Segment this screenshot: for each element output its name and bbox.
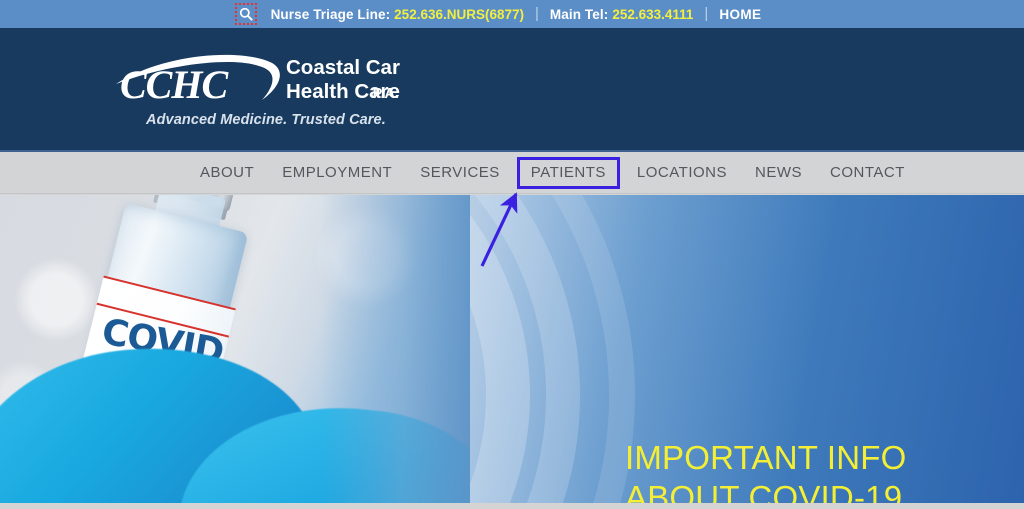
- separator-1: |: [535, 4, 539, 22]
- search-button[interactable]: [234, 3, 257, 25]
- site-header: CCHC Coastal Carolina Health Care, P.A. …: [0, 28, 1024, 150]
- main-navigation: ABOUT EMPLOYMENT SERVICES PATIENTS LOCAT…: [0, 150, 1024, 194]
- nurse-triage-phone[interactable]: 252.636.NURS(6877): [394, 7, 524, 22]
- nav-item-list: ABOUT EMPLOYMENT SERVICES PATIENTS LOCAT…: [186, 151, 919, 195]
- logo-tagline: Advanced Medicine. Trusted Care.: [146, 112, 386, 128]
- nav-item-contact[interactable]: CONTACT: [816, 151, 919, 195]
- page-bottom-strip: [0, 503, 1024, 509]
- top-utility-bar-content: Nurse Triage Line: 252.636.NURS(6877) | …: [234, 0, 762, 28]
- svg-text:CCHC: CCHC: [120, 62, 229, 107]
- search-icon: [239, 7, 253, 21]
- separator-2: |: [704, 4, 709, 22]
- photo-edge-fade: [320, 195, 470, 503]
- hero-banner: COVID 19 CORONAVIRUS VACCINE IMPORTANT I…: [0, 195, 1024, 503]
- home-link[interactable]: HOME: [719, 7, 761, 22]
- nav-item-employment[interactable]: EMPLOYMENT: [268, 151, 406, 195]
- svg-text:Coastal Carolina: Coastal Carolina: [286, 56, 400, 79]
- main-tel-phone[interactable]: 252.633.4111: [612, 7, 693, 22]
- nurse-triage-label: Nurse Triage Line:: [270, 6, 391, 22]
- nav-item-patients[interactable]: PATIENTS: [516, 156, 620, 189]
- nav-item-news[interactable]: NEWS: [741, 151, 816, 195]
- svg-text:P.A.: P.A.: [373, 86, 399, 102]
- top-utility-bar: Nurse Triage Line: 252.636.NURS(6877) | …: [0, 0, 1024, 28]
- nav-item-locations[interactable]: LOCATIONS: [623, 151, 741, 195]
- site-logo[interactable]: CCHC Coastal Carolina Health Care, P.A. …: [110, 48, 400, 136]
- nav-item-services[interactable]: SERVICES: [406, 151, 514, 195]
- browser-page: Nurse Triage Line: 252.636.NURS(6877) | …: [0, 0, 1024, 509]
- hero-photo: COVID 19 CORONAVIRUS VACCINE: [0, 195, 470, 503]
- nav-item-about[interactable]: ABOUT: [186, 151, 268, 195]
- hero-headline: IMPORTANT INFO ABOUT COVID-19 VACCINES.: [625, 439, 907, 503]
- main-tel-label: Main Tel:: [549, 6, 609, 22]
- cchc-logo-mark: CCHC Coastal Carolina Health Care, P.A.: [116, 54, 400, 107]
